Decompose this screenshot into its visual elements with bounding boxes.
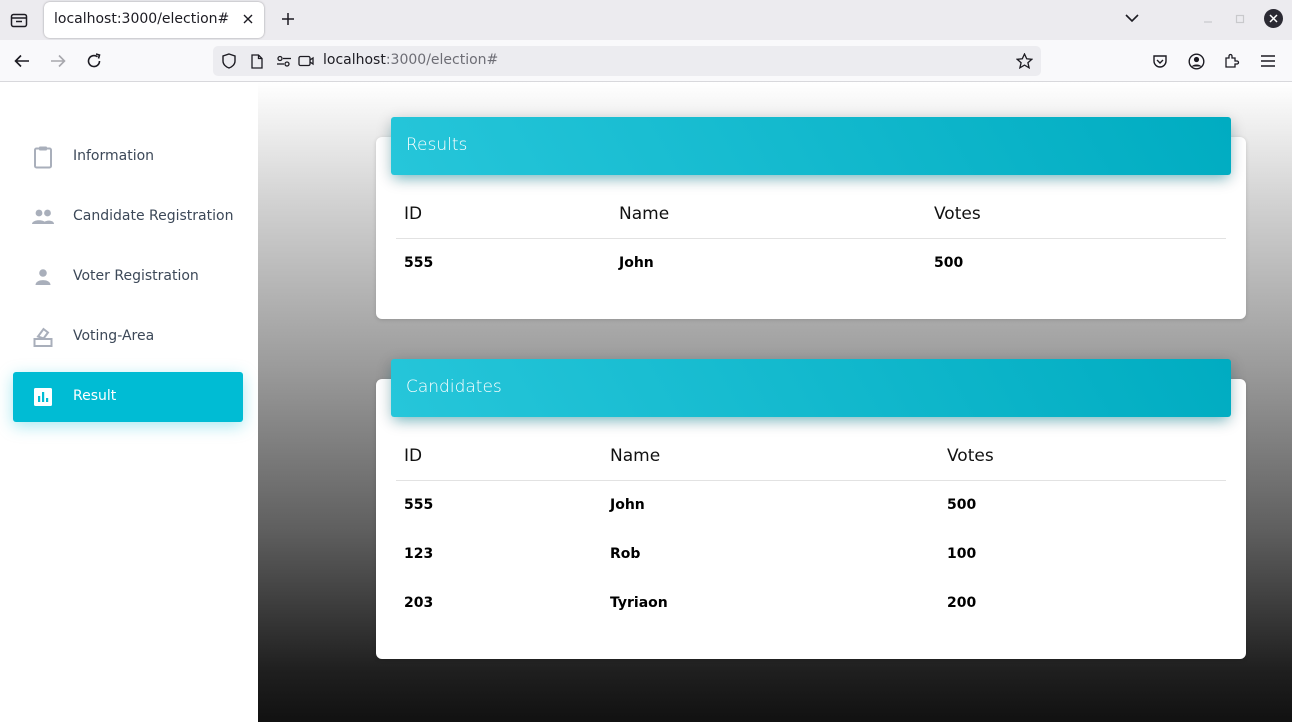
cell-name: Tyriaon [610,595,668,611]
tab-overview-icon[interactable] [6,7,32,33]
url-host: localhost [323,52,386,68]
reload-icon[interactable] [82,50,106,72]
sidebar-item-information[interactable]: Information [13,132,243,182]
cell-name: John [619,255,654,271]
column-header-name: Name [619,204,670,224]
cell-id: 203 [404,595,434,611]
pocket-icon[interactable] [1148,50,1172,72]
page-icon[interactable] [248,53,266,69]
shield-icon[interactable] [220,53,238,69]
candidates-card-title: Candidates [406,377,502,397]
close-window-icon[interactable] [1264,9,1283,28]
bookmark-star-icon[interactable] [1015,53,1033,69]
table-divider [396,480,1226,481]
sidebar-item-label: Information [73,148,155,164]
page-content: Information Candidate Registration Voter… [0,82,1292,722]
cell-name: John [610,497,645,513]
sidebar-item-label: Result [73,388,117,404]
results-card: Results ID Name Votes 555 John 500 [376,117,1246,319]
ballot-box-icon [31,325,55,349]
sidebar-item-label: Voter Registration [73,268,199,284]
cell-votes: 100 [947,546,977,562]
browser-tab[interactable]: localhost:3000/election# [44,2,264,38]
table-divider [396,238,1226,239]
chevron-down-icon[interactable] [1122,8,1142,28]
browser-nav-bar: localhost:3000/election# [0,40,1292,82]
url-path: :3000/election# [385,52,499,68]
people-icon [31,205,55,229]
cell-id: 555 [404,497,434,513]
candidates-card-header: Candidates [391,359,1231,417]
cell-votes: 200 [947,595,977,611]
sidebar: Information Candidate Registration Voter… [0,82,258,722]
bar-chart-icon [31,385,55,409]
column-header-id: ID [404,446,423,466]
sidebar-item-candidate-registration[interactable]: Candidate Registration [13,192,243,242]
address-bar[interactable]: localhost:3000/election# [213,46,1041,76]
sidebar-item-label: Voting-Area [73,328,155,344]
candidates-card: Candidates ID Name Votes 555 John 500 12… [376,359,1246,659]
close-tab-icon[interactable] [240,11,256,27]
sidebar-item-label: Candidate Registration [73,208,234,224]
cell-votes: 500 [934,255,964,271]
back-arrow-icon[interactable] [10,50,34,72]
url-text[interactable]: localhost:3000/election# [323,52,498,68]
cell-id: 123 [404,546,434,562]
main-panel: Results ID Name Votes 555 John 500 Candi… [258,82,1292,722]
column-header-votes: Votes [947,446,994,466]
column-header-id: ID [404,204,423,224]
sidebar-item-voting-area[interactable]: Voting-Area [13,312,243,362]
results-card-header: Results [391,117,1231,175]
cell-id: 555 [404,255,434,271]
results-card-title: Results [406,135,468,155]
minimize-icon[interactable] [1200,11,1216,27]
sidebar-item-voter-registration[interactable]: Voter Registration [13,252,243,302]
person-icon [31,265,55,289]
maximize-icon[interactable] [1232,11,1248,27]
sidebar-item-result[interactable]: Result [13,372,243,422]
forward-arrow-icon[interactable] [46,50,70,72]
clipboard-icon [31,145,55,169]
tab-title: localhost:3000/election# [54,11,230,27]
extensions-icon[interactable] [1220,50,1244,72]
account-icon[interactable] [1184,50,1208,72]
permissions-icon[interactable] [275,53,293,69]
new-tab-icon[interactable] [278,8,298,30]
camera-icon[interactable] [297,53,315,69]
hamburger-menu-icon[interactable] [1256,50,1280,72]
browser-tab-bar: localhost:3000/election# [0,0,1292,40]
column-header-name: Name [610,446,661,466]
cell-name: Rob [610,546,641,562]
cell-votes: 500 [947,497,977,513]
column-header-votes: Votes [934,204,981,224]
